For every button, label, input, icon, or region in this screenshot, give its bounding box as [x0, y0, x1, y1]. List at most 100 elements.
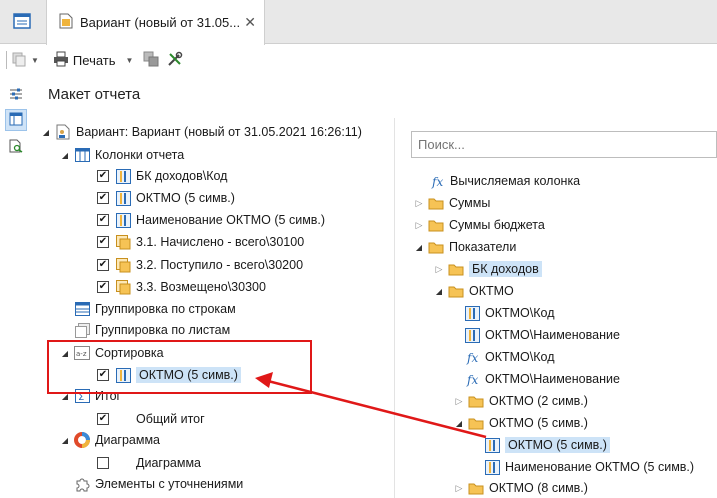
columns-icon [74, 147, 90, 163]
expand-icon[interactable]: ▷ [414, 198, 424, 209]
sum-field-icon [115, 279, 131, 295]
tree-item-label: ОКТМО\Код [485, 350, 555, 364]
expand-icon[interactable]: ▷ [454, 483, 464, 494]
folder-open-icon [428, 239, 444, 255]
tree-node-label: Колонки отчета [95, 148, 185, 162]
expand-icon[interactable]: ◢ [434, 287, 444, 296]
chevron-down-icon[interactable]: ▼ [126, 56, 134, 65]
column-label: Наименование ОКТМО (5 симв.) [136, 213, 326, 227]
tree-node-group-rows[interactable]: Группировка по строкам [70, 299, 236, 319]
expand-icon[interactable]: ▷ [454, 396, 464, 407]
chevron-down-icon[interactable]: ▼ [31, 56, 39, 65]
tree-node-group-sheets[interactable]: Группировка по листам [70, 320, 230, 340]
expand-icon[interactable]: ▷ [414, 220, 424, 231]
folder-icon [468, 480, 484, 496]
tree-node-chart[interactable]: ◢ Диаграмма [60, 430, 160, 450]
tree-folder-label: ОКТМО [469, 284, 514, 298]
export-button[interactable] [143, 51, 159, 70]
checkbox[interactable]: ✔ [97, 214, 109, 226]
tree-item-column[interactable]: ✔ 3.2. Поступило - всего\30200 [97, 255, 303, 275]
tree-item-chart[interactable]: Диаграмма [97, 453, 201, 473]
group-sheets-icon [74, 322, 90, 338]
tree-root-label: Вариант: Вариант (новый от 31.05.2021 16… [76, 125, 362, 139]
tree-item-computed-field[interactable]: fx ОКТМО\Наименование [460, 369, 620, 389]
tree-folder-label: ОКТМО (5 симв.) [489, 416, 588, 430]
expand-icon[interactable]: ◢ [41, 128, 51, 137]
checkbox[interactable]: ✔ [97, 259, 109, 271]
tree-folder-bk-income[interactable]: ▷ БК доходов [434, 259, 542, 279]
tree-node-label: Диаграмма [95, 433, 161, 447]
tree-item-column[interactable]: ✔ 3.3. Возмещено\30300 [97, 277, 266, 297]
search-input[interactable] [411, 131, 717, 158]
copy-icon [11, 51, 27, 70]
column-label: 3.1. Начислено - всего\30100 [136, 235, 305, 249]
checkbox[interactable]: ✔ [97, 413, 109, 425]
printer-icon [53, 51, 69, 70]
tree-folder-indicators[interactable]: ◢ Показатели [414, 237, 516, 257]
tree-folder-sums[interactable]: ▷ Суммы [414, 193, 491, 213]
tree-item-column[interactable]: ✔ Наименование ОКТМО (5 симв.) [97, 210, 325, 230]
panel-title: Макет отчета [48, 86, 141, 103]
tree-node-columns[interactable]: ◢ Колонки отчета [60, 145, 184, 165]
panel-divider[interactable] [394, 118, 395, 498]
tree-item-field[interactable]: ОКТМО\Код [460, 303, 555, 323]
rail-settings-button[interactable] [5, 84, 27, 106]
settings-button[interactable] [167, 51, 183, 70]
rail-layout-button[interactable] [5, 109, 27, 131]
column-label: ОКТМО (5 симв.) [136, 191, 235, 205]
field-icon [464, 305, 480, 321]
field-icon [115, 168, 131, 184]
tree-root[interactable]: ◢ Вариант: Вариант (новый от 31.05.2021 … [41, 122, 362, 142]
expand-icon[interactable]: ▷ [434, 264, 444, 275]
svg-text:fx: fx [431, 175, 443, 189]
checkbox[interactable]: ✔ [97, 170, 109, 182]
tree-item-column[interactable]: ✔ 3.1. Начислено - всего\30100 [97, 232, 304, 252]
tree-folder-oktmo[interactable]: ◢ ОКТМО [434, 281, 514, 301]
checkbox[interactable]: ✔ [97, 236, 109, 248]
home-tab[interactable] [0, 0, 44, 44]
tree-node-refinements[interactable]: Элементы с уточнениями [70, 474, 243, 494]
field-icon [115, 190, 131, 206]
folder-icon [468, 393, 484, 409]
rail-preview-button[interactable] [5, 136, 27, 158]
function-icon: fx [429, 173, 445, 189]
expand-icon[interactable]: ◢ [60, 436, 70, 445]
tree-node-label: Группировка по листам [95, 323, 231, 337]
folder-icon [448, 261, 464, 277]
expand-icon[interactable]: ◢ [414, 243, 424, 252]
tree-folder-label: БК доходов [469, 261, 542, 277]
toolbar: ▼ Печать ▼ [0, 45, 717, 75]
sum-field-icon [115, 234, 131, 250]
tree-item-computed[interactable]: fx Вычисляемая колонка [425, 171, 581, 191]
donut-chart-icon [74, 432, 90, 448]
highlight-box [47, 340, 312, 394]
checkbox[interactable]: ✔ [97, 192, 109, 204]
close-tab-icon[interactable]: ✕ [244, 14, 256, 31]
expand-icon[interactable]: ◢ [454, 419, 464, 428]
print-button[interactable]: Печать ▼ [53, 51, 134, 70]
tree-item-field-selected[interactable]: ОКТМО (5 симв.) [480, 435, 610, 455]
tree-item-total[interactable]: ✔ Общий итог [97, 409, 205, 429]
tree-item-label: Вычисляемая колонка [450, 174, 581, 188]
tree-item-column[interactable]: ✔ ОКТМО (5 симв.) [97, 188, 235, 208]
tree-item-column[interactable]: ✔ БК доходов\Код [97, 166, 227, 186]
tree-folder-budget-sums[interactable]: ▷ Суммы бюджета [414, 215, 545, 235]
document-tab[interactable]: Вариант (новый от 31.05... ✕ [46, 0, 265, 45]
checkbox[interactable]: ✔ [97, 281, 109, 293]
expand-icon[interactable]: ◢ [60, 151, 70, 160]
folder-open-icon [468, 415, 484, 431]
tree-item-label: ОКТМО\Наименование [485, 328, 620, 342]
tree-item-label: Наименование ОКТМО (5 симв.) [505, 460, 695, 474]
print-label: Печать [72, 52, 116, 68]
tree-folder-label: Показатели [449, 240, 517, 254]
checkbox[interactable] [97, 457, 109, 469]
field-icon [484, 459, 500, 475]
tree-folder-oktmo2[interactable]: ▷ ОКТМО (2 симв.) [454, 391, 588, 411]
tree-item-field[interactable]: ОКТМО\Наименование [460, 325, 620, 345]
tree-folder-oktmo5[interactable]: ◢ ОКТМО (5 симв.) [454, 413, 588, 433]
tree-item-field[interactable]: Наименование ОКТМО (5 симв.) [480, 457, 694, 477]
tree-folder-oktmo8[interactable]: ▷ ОКТМО (8 симв.) [454, 478, 588, 498]
tree-item-computed-field[interactable]: fx ОКТМО\Код [460, 347, 555, 367]
copy-button[interactable]: ▼ [11, 51, 39, 70]
total-item-label: Общий итог [136, 412, 205, 426]
